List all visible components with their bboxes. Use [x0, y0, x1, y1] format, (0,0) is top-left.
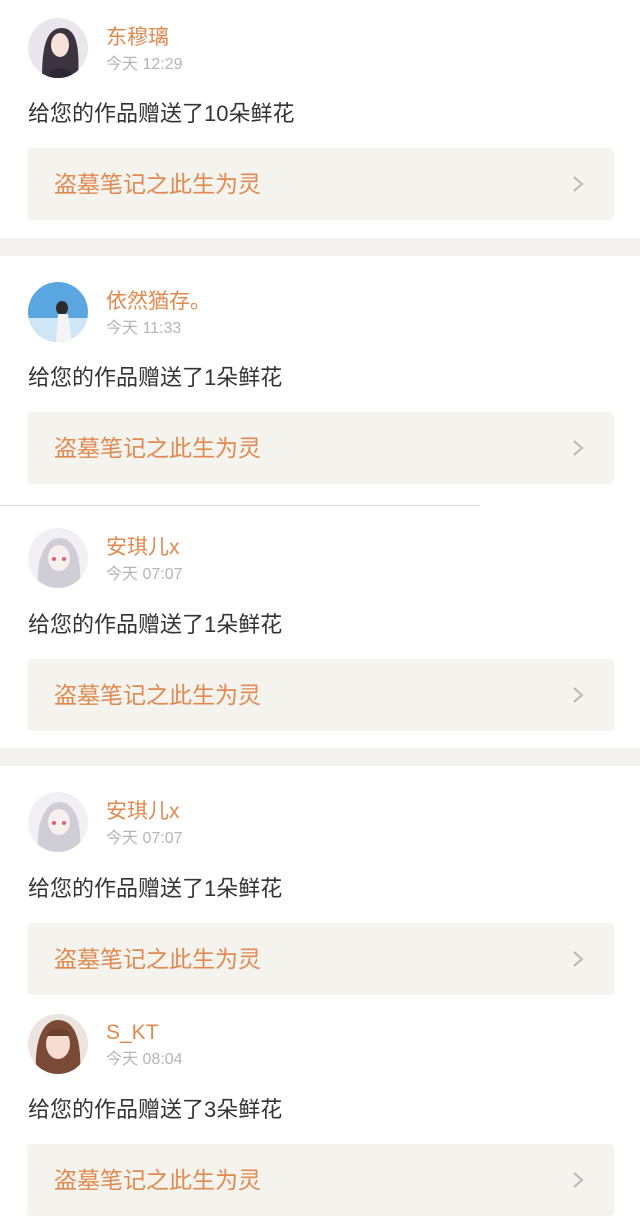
work-link[interactable]: 盗墓笔记之此生为灵	[27, 148, 614, 220]
chevron-right-icon	[573, 687, 584, 703]
username[interactable]: 东穆璃	[106, 26, 169, 50]
avatar[interactable]	[28, 18, 88, 78]
chevron-right-icon	[573, 951, 584, 967]
gift-message: 给您的作品赠送了10朵鲜花	[28, 101, 295, 126]
work-title: 盗墓笔记之此生为灵	[54, 435, 261, 461]
timestamp: 今天 08:04	[106, 1051, 183, 1068]
work-link[interactable]: 盗墓笔记之此生为灵	[27, 412, 614, 484]
avatar[interactable]	[28, 1014, 88, 1074]
avatar[interactable]	[28, 282, 88, 342]
work-link[interactable]: 盗墓笔记之此生为灵	[27, 659, 614, 731]
gift-message: 给您的作品赠送了1朵鲜花	[28, 876, 283, 901]
chevron-right-icon	[573, 1172, 584, 1188]
timestamp: 今天 11:33	[106, 320, 182, 337]
work-link[interactable]: 盗墓笔记之此生为灵	[27, 1144, 614, 1216]
work-title: 盗墓笔记之此生为灵	[54, 682, 261, 708]
work-title: 盗墓笔记之此生为灵	[54, 946, 261, 972]
username[interactable]: 安琪儿x	[106, 536, 180, 560]
work-link[interactable]: 盗墓笔记之此生为灵	[27, 923, 614, 995]
work-title: 盗墓笔记之此生为灵	[54, 171, 261, 197]
gift-message: 给您的作品赠送了3朵鲜花	[28, 1097, 283, 1122]
avatar[interactable]	[28, 528, 88, 588]
notification-card: 安琪儿x 今天 07:07 给您的作品赠送了1朵鲜花 盗墓笔记之此生为灵	[0, 506, 640, 748]
section-separator	[0, 748, 640, 766]
timestamp: 今天 07:07	[106, 830, 183, 847]
username[interactable]: S_KT	[106, 1021, 159, 1045]
notification-card: 安琪儿x 今天 07:07 给您的作品赠送了1朵鲜花 盗墓笔记之此生为灵	[0, 766, 640, 1006]
chevron-right-icon	[573, 440, 584, 456]
notification-card: 东穆璃 今天 12:29 给您的作品赠送了10朵鲜花 盗墓笔记之此生为灵	[0, 0, 640, 238]
section-separator	[0, 238, 640, 256]
avatar[interactable]	[28, 792, 88, 852]
username[interactable]: 依然猶存。	[106, 290, 211, 314]
gift-message: 给您的作品赠送了1朵鲜花	[28, 612, 283, 637]
gift-message: 给您的作品赠送了1朵鲜花	[28, 365, 283, 390]
username[interactable]: 安琪儿x	[106, 800, 180, 824]
notification-card: S_KT 今天 08:04 给您的作品赠送了3朵鲜花 盗墓笔记之此生为灵	[0, 1006, 640, 1226]
notification-card: 依然猶存。 今天 11:33 给您的作品赠送了1朵鲜花 盗墓笔记之此生为灵	[0, 256, 640, 505]
work-title: 盗墓笔记之此生为灵	[54, 1167, 261, 1193]
timestamp: 今天 07:07	[106, 566, 183, 583]
timestamp: 今天 12:29	[106, 56, 183, 73]
chevron-right-icon	[573, 176, 584, 192]
